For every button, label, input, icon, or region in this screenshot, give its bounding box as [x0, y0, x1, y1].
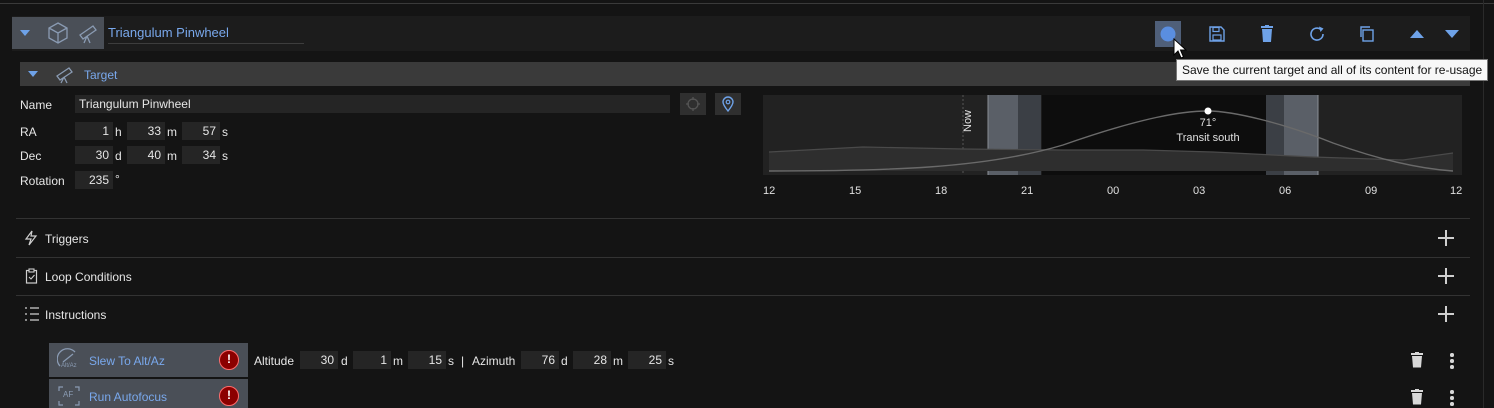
peak-altitude-label: 71°: [1199, 117, 1217, 129]
move-down-button[interactable]: [1439, 21, 1465, 47]
ra-seconds-unit: s: [222, 125, 228, 139]
clipboard-icon: [25, 268, 38, 284]
altitude-minutes-unit: m: [393, 354, 403, 368]
altitude-label: Altitude: [254, 354, 295, 368]
x-tick-8: 12: [1450, 185, 1463, 197]
target-name-input[interactable]: Triangulum Pinwheel: [75, 95, 670, 113]
ra-hours-input[interactable]: 1: [75, 122, 113, 140]
alt-az-icon-label: Alt/Az: [61, 363, 77, 369]
telescope-icon: [56, 67, 73, 84]
ra-minutes-input[interactable]: 33: [127, 122, 165, 140]
x-tick-1: 15: [849, 185, 862, 197]
now-label: Now: [962, 109, 974, 132]
instruction-name: Run Autofocus: [89, 390, 168, 404]
ra-seconds-input[interactable]: 57: [182, 122, 220, 140]
move-up-button[interactable]: [1404, 21, 1430, 47]
trash-icon[interactable]: [1410, 389, 1424, 405]
altitude-chart: Now 71° Transit south: [763, 95, 1462, 175]
triangle-down-icon: [1445, 30, 1459, 38]
add-loop-condition-button[interactable]: [1438, 268, 1454, 284]
chevron-down-icon: [20, 30, 30, 36]
crosshair-icon: [686, 97, 700, 111]
divider: [16, 257, 1470, 258]
save-tooltip: Save the current target and all of its c…: [1176, 59, 1489, 81]
azimuth-degrees-unit: d: [561, 354, 568, 368]
trash-icon: [1261, 25, 1273, 42]
divider: [16, 295, 1470, 296]
target-title-input[interactable]: Triangulum Pinwheel: [108, 24, 304, 44]
delete-button[interactable]: [1254, 21, 1280, 47]
divider: [16, 218, 1470, 219]
instruction-header-autofocus[interactable]: AF Run Autofocus !: [49, 379, 248, 408]
instruction-header-slew[interactable]: Alt/Az Slew To Alt/Az !: [49, 343, 248, 377]
azimuth-seconds-unit: s: [668, 354, 674, 368]
instructions-label: Instructions: [45, 308, 107, 322]
save-to-file-button[interactable]: [1204, 21, 1230, 47]
autofocus-icon-label: AF: [63, 390, 74, 399]
location-button[interactable]: [715, 93, 741, 115]
x-tick-4: 00: [1107, 185, 1120, 197]
more-options-icon[interactable]: [1450, 390, 1454, 408]
azimuth-minutes-input[interactable]: 28: [573, 351, 611, 369]
refresh-icon: [1310, 26, 1324, 41]
lightning-icon: [24, 230, 38, 246]
name-label: Name: [20, 98, 53, 112]
separator: |: [461, 354, 465, 368]
warning-icon[interactable]: !: [219, 386, 239, 406]
chevron-down-icon: [28, 71, 38, 77]
dec-degrees-unit: d: [115, 149, 122, 163]
add-instruction-button[interactable]: [1438, 306, 1454, 322]
azimuth-seconds-input[interactable]: 25: [628, 351, 666, 369]
x-tick-7: 09: [1365, 185, 1378, 197]
rotation-unit: °: [115, 172, 120, 186]
list-icon: [25, 307, 39, 321]
telescope-icon: [79, 25, 97, 44]
grab-coordinates-button[interactable]: [680, 93, 706, 115]
ra-hours-unit: h: [115, 125, 122, 139]
altitude-degrees-unit: d: [341, 354, 348, 368]
ra-minutes-unit: m: [167, 125, 177, 139]
x-tick-2: 18: [935, 185, 948, 197]
rotation-label: Rotation: [20, 174, 65, 188]
x-tick-3: 21: [1021, 185, 1034, 197]
dec-minutes-unit: m: [167, 149, 177, 163]
loop-conditions-label: Loop Conditions: [45, 270, 132, 284]
transit-label: Transit south: [1176, 132, 1240, 144]
dec-minutes-input[interactable]: 40: [127, 146, 165, 164]
dec-label: Dec: [20, 149, 42, 163]
trash-icon[interactable]: [1410, 352, 1424, 368]
warning-icon[interactable]: !: [219, 350, 239, 370]
map-pin-icon: [722, 96, 734, 112]
dec-seconds-unit: s: [222, 149, 228, 163]
duplicate-button[interactable]: [1354, 21, 1380, 47]
rotation-input[interactable]: 235: [75, 171, 113, 189]
add-trigger-button[interactable]: [1438, 230, 1454, 246]
altitude-seconds-input[interactable]: 15: [408, 351, 446, 369]
triggers-label: Triggers: [45, 232, 89, 246]
copy-icon: [1360, 26, 1374, 42]
dec-seconds-input[interactable]: 34: [182, 146, 220, 164]
instruction-name: Slew To Alt/Az: [89, 354, 165, 368]
azimuth-label: Azimuth: [472, 354, 516, 368]
mouse-cursor-icon: [1173, 38, 1187, 59]
ra-label: RA: [20, 125, 37, 139]
altitude-degrees-input[interactable]: 30: [300, 351, 338, 369]
altitude-chart-plot: [768, 95, 1454, 175]
azimuth-minutes-unit: m: [613, 354, 623, 368]
more-options-icon[interactable]: [1450, 353, 1454, 371]
collapse-toggle[interactable]: [12, 17, 104, 49]
x-tick-6: 06: [1279, 185, 1292, 197]
triangle-up-icon: [1410, 30, 1424, 38]
box-icon: [48, 22, 68, 44]
top-border: [0, 3, 1494, 4]
dec-degrees-input[interactable]: 30: [75, 146, 113, 164]
reset-button[interactable]: [1304, 21, 1330, 47]
x-tick-5: 03: [1193, 185, 1206, 197]
altitude-minutes-input[interactable]: 1: [353, 351, 391, 369]
x-tick-0: 12: [763, 185, 776, 197]
target-section-label: Target: [84, 68, 118, 82]
floppy-disk-icon: [1209, 26, 1225, 42]
azimuth-degrees-input[interactable]: 76: [521, 351, 559, 369]
altitude-seconds-unit: s: [448, 354, 454, 368]
